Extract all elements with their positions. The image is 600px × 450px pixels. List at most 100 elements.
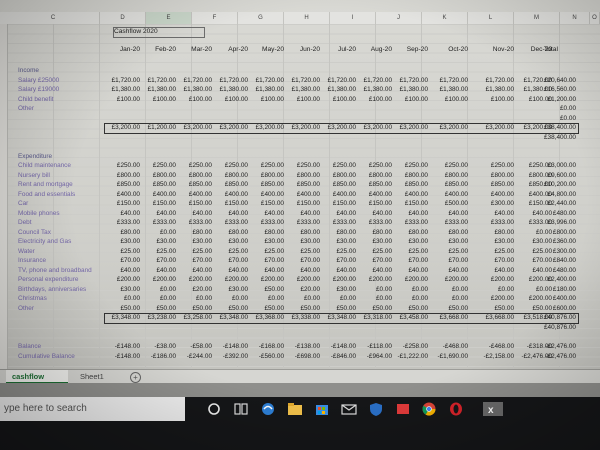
- expenditure-cell[interactable]: £40.00: [106, 266, 140, 275]
- expenditure-cell[interactable]: £0.00: [394, 285, 428, 294]
- expenditure-cell[interactable]: £850.00: [358, 180, 392, 189]
- income-cell[interactable]: £100.00: [142, 95, 176, 104]
- column-header[interactable]: J: [376, 12, 422, 24]
- column-header[interactable]: C: [7, 12, 100, 24]
- expenditure-cell[interactable]: £333.00: [322, 218, 356, 227]
- cumulative-balance-cell[interactable]: -£964.00: [358, 352, 392, 361]
- expenditure-cell[interactable]: £50.00: [358, 304, 392, 313]
- expenditure-cell[interactable]: £30.00: [394, 237, 428, 246]
- cumulative-balance-total[interactable]: -£2,476.00: [543, 352, 576, 361]
- expenditure-row-total[interactable]: £600.00: [543, 304, 576, 313]
- expenditure-cell[interactable]: £70.00: [434, 256, 468, 265]
- expenditure-cell[interactable]: £333.00: [358, 218, 392, 227]
- cumulative-balance-cell[interactable]: -£560.00: [250, 352, 284, 361]
- income-row-total[interactable]: £1,200.00: [543, 95, 576, 104]
- expenditure-cell[interactable]: £40.00: [394, 266, 428, 275]
- expenditure-cell[interactable]: £800.00: [322, 171, 356, 180]
- expenditure-row-total[interactable]: £2,400.00: [543, 275, 576, 284]
- expenditure-cell[interactable]: £25.00: [178, 247, 212, 256]
- expenditure-cell[interactable]: £0.00: [358, 294, 392, 303]
- expenditure-cell[interactable]: £40.00: [434, 266, 468, 275]
- expenditure-row-total[interactable]: £360.00: [543, 237, 576, 246]
- expenditure-cell[interactable]: £250.00: [358, 161, 392, 170]
- income-cell[interactable]: £1,720.00: [214, 76, 248, 85]
- expenditure-cell[interactable]: £25.00: [394, 247, 428, 256]
- column-header[interactable]: G: [238, 12, 284, 24]
- expenditure-cell[interactable]: £30.00: [142, 237, 176, 246]
- income-cell[interactable]: £1,720.00: [286, 76, 320, 85]
- balance-cell[interactable]: -£148.00: [322, 342, 356, 351]
- expenditure-row-total[interactable]: £180.00: [543, 285, 576, 294]
- income-cell[interactable]: £1,720.00: [434, 76, 468, 85]
- income-cell[interactable]: £100.00: [214, 95, 248, 104]
- expenditure-cell[interactable]: £200.00: [394, 275, 428, 284]
- cumulative-balance-cell[interactable]: -£1,222.00: [394, 352, 428, 361]
- balance-cell[interactable]: -£58.00: [178, 342, 212, 351]
- expenditure-cell[interactable]: £850.00: [250, 180, 284, 189]
- expenditure-cell[interactable]: £0.00: [358, 285, 392, 294]
- expenditure-cell[interactable]: £40.00: [394, 209, 428, 218]
- expenditure-row-total[interactable]: £480.00: [543, 266, 576, 275]
- expenditure-cell[interactable]: £80.00: [178, 228, 212, 237]
- expenditure-cell[interactable]: £70.00: [178, 256, 212, 265]
- expenditure-cell[interactable]: £40.00: [286, 209, 320, 218]
- expenditure-cell[interactable]: £40.00: [480, 209, 514, 218]
- expenditure-cell[interactable]: £400.00: [250, 190, 284, 199]
- expenditure-cell[interactable]: £150.00: [286, 199, 320, 208]
- expenditure-cell[interactable]: £200.00: [358, 275, 392, 284]
- expenditure-row-total[interactable]: £840.00: [543, 256, 576, 265]
- opera-icon[interactable]: [447, 401, 465, 417]
- file-explorer-icon[interactable]: [286, 401, 304, 417]
- expenditure-row-total[interactable]: £4,800.00: [543, 190, 576, 199]
- expenditure-cell[interactable]: £200.00: [322, 275, 356, 284]
- income-cell[interactable]: £1,380.00: [358, 85, 392, 94]
- expenditure-cell[interactable]: £400.00: [434, 190, 468, 199]
- expenditure-cell[interactable]: £70.00: [286, 256, 320, 265]
- expenditure-cell[interactable]: £25.00: [480, 247, 514, 256]
- expenditure-cell[interactable]: £25.00: [286, 247, 320, 256]
- expenditure-cell[interactable]: £0.00: [250, 294, 284, 303]
- expenditure-cell[interactable]: £850.00: [434, 180, 468, 189]
- income-cell[interactable]: £1,720.00: [178, 76, 212, 85]
- expenditure-cell[interactable]: £50.00: [322, 304, 356, 313]
- income-cell[interactable]: £100.00: [434, 95, 468, 104]
- income-grand-total[interactable]: £38,400.00: [543, 133, 576, 142]
- income-extra-total[interactable]: £0.00: [543, 114, 576, 123]
- expenditure-cell[interactable]: £800.00: [106, 171, 140, 180]
- expenditure-cell[interactable]: £333.00: [480, 218, 514, 227]
- expenditure-cell[interactable]: £40.00: [358, 266, 392, 275]
- expenditure-cell[interactable]: £400.00: [178, 190, 212, 199]
- expenditure-cell[interactable]: £250.00: [178, 161, 212, 170]
- balance-cell[interactable]: -£468.00: [480, 342, 514, 351]
- expenditure-cell[interactable]: £25.00: [358, 247, 392, 256]
- expenditure-cell[interactable]: £80.00: [358, 228, 392, 237]
- expenditure-cell[interactable]: £30.00: [480, 237, 514, 246]
- expenditure-cell[interactable]: £50.00: [178, 304, 212, 313]
- expenditure-cell[interactable]: £400.00: [106, 190, 140, 199]
- expenditure-cell[interactable]: £80.00: [434, 228, 468, 237]
- expenditure-cell[interactable]: £850.00: [480, 180, 514, 189]
- expenditure-cell[interactable]: £70.00: [480, 256, 514, 265]
- column-header[interactable]: H: [284, 12, 330, 24]
- expenditure-cell[interactable]: £80.00: [106, 228, 140, 237]
- expenditure-cell[interactable]: £150.00: [106, 199, 140, 208]
- expenditure-cell[interactable]: £150.00: [322, 199, 356, 208]
- income-cell[interactable]: £1,380.00: [142, 85, 176, 94]
- expenditure-cell[interactable]: £400.00: [358, 190, 392, 199]
- income-cell[interactable]: £1,720.00: [250, 76, 284, 85]
- balance-cell[interactable]: -£168.00: [250, 342, 284, 351]
- expenditure-cell[interactable]: £800.00: [142, 171, 176, 180]
- expenditure-cell[interactable]: £850.00: [322, 180, 356, 189]
- balance-cell[interactable]: -£258.00: [394, 342, 428, 351]
- expenditure-cell[interactable]: £0.00: [214, 294, 248, 303]
- expenditure-cell[interactable]: £50.00: [480, 304, 514, 313]
- expenditure-cell[interactable]: £0.00: [286, 294, 320, 303]
- expenditure-cell[interactable]: £80.00: [214, 228, 248, 237]
- excel-icon[interactable]: x: [482, 401, 504, 417]
- expenditure-cell[interactable]: £40.00: [358, 209, 392, 218]
- expenditure-cell[interactable]: £850.00: [106, 180, 140, 189]
- column-header[interactable]: D: [100, 12, 146, 24]
- expenditure-cell[interactable]: £40.00: [214, 266, 248, 275]
- expenditure-cell[interactable]: £500.00: [434, 199, 468, 208]
- income-cell[interactable]: £1,720.00: [322, 76, 356, 85]
